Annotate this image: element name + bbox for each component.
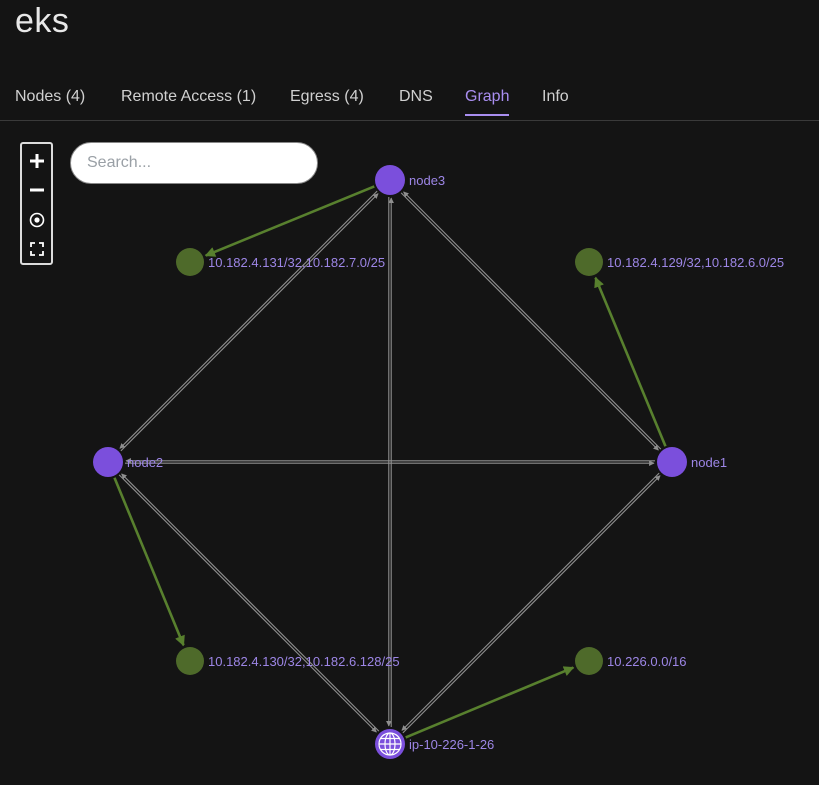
mesh-edge	[400, 192, 659, 451]
node-label: node3	[409, 173, 445, 188]
route-node[interactable]: 10.226.0.0/16	[575, 647, 687, 675]
route-node[interactable]: 10.182.4.130/32,10.182.6.128/25	[176, 647, 400, 675]
target-icon	[29, 212, 44, 227]
fit-screen-button[interactable]	[22, 234, 51, 263]
route-edge	[113, 477, 185, 647]
route-edge	[405, 666, 575, 739]
peer-node[interactable]: node2	[93, 447, 163, 477]
route-node[interactable]: 10.182.4.131/32,10.182.7.0/25	[176, 248, 385, 276]
mesh-edge	[118, 474, 377, 733]
node-label: ip-10-226-1-26	[409, 737, 494, 752]
zoom-in-button[interactable]	[22, 146, 51, 175]
node-circle	[375, 165, 405, 195]
node-circle	[575, 647, 603, 675]
graph-nodes: node3 node2 node1 ip-10-226-1-26 10.182.4.13…	[93, 165, 784, 759]
route-edge	[204, 185, 375, 257]
node-label: 10.226.0.0/16	[607, 654, 687, 669]
mesh-edge	[121, 473, 380, 732]
node-circle	[657, 447, 687, 477]
search-input[interactable]	[70, 142, 318, 184]
page: eks Nodes (4) Remote Access (1) Egress (…	[0, 0, 819, 785]
route-node[interactable]: 10.182.4.129/32,10.182.6.0/25	[575, 248, 784, 276]
fullscreen-icon	[29, 241, 44, 256]
minus-icon	[29, 188, 44, 191]
center-button[interactable]	[22, 205, 51, 234]
node-circle	[93, 447, 123, 477]
node-circle	[176, 647, 204, 675]
plus-icon	[29, 153, 44, 168]
mesh-edge	[119, 190, 378, 449]
mesh-edge	[402, 475, 661, 734]
node-circle	[575, 248, 603, 276]
node-label: 10.182.4.131/32,10.182.7.0/25	[208, 255, 385, 270]
globe-icon	[378, 732, 402, 756]
peer-node[interactable]: node3	[375, 165, 445, 195]
mesh-edge	[403, 191, 662, 450]
node-circle	[176, 248, 204, 276]
network-graph[interactable]: node3 node2 node1 ip-10-226-1-26 10.182.4.13…	[0, 0, 819, 785]
peer-node[interactable]: node1	[657, 447, 727, 477]
node-label: 10.182.4.130/32,10.182.6.128/25	[208, 654, 400, 669]
gateway-node[interactable]: ip-10-226-1-26	[375, 729, 494, 759]
node-label: 10.182.4.129/32,10.182.6.0/25	[607, 255, 784, 270]
node-label: node1	[691, 455, 727, 470]
zoom-controls	[20, 142, 53, 265]
route-edge	[594, 276, 667, 447]
zoom-out-button[interactable]	[22, 175, 51, 204]
mesh-edge	[401, 472, 660, 731]
mesh-edge	[120, 193, 379, 452]
node-label: node2	[127, 455, 163, 470]
